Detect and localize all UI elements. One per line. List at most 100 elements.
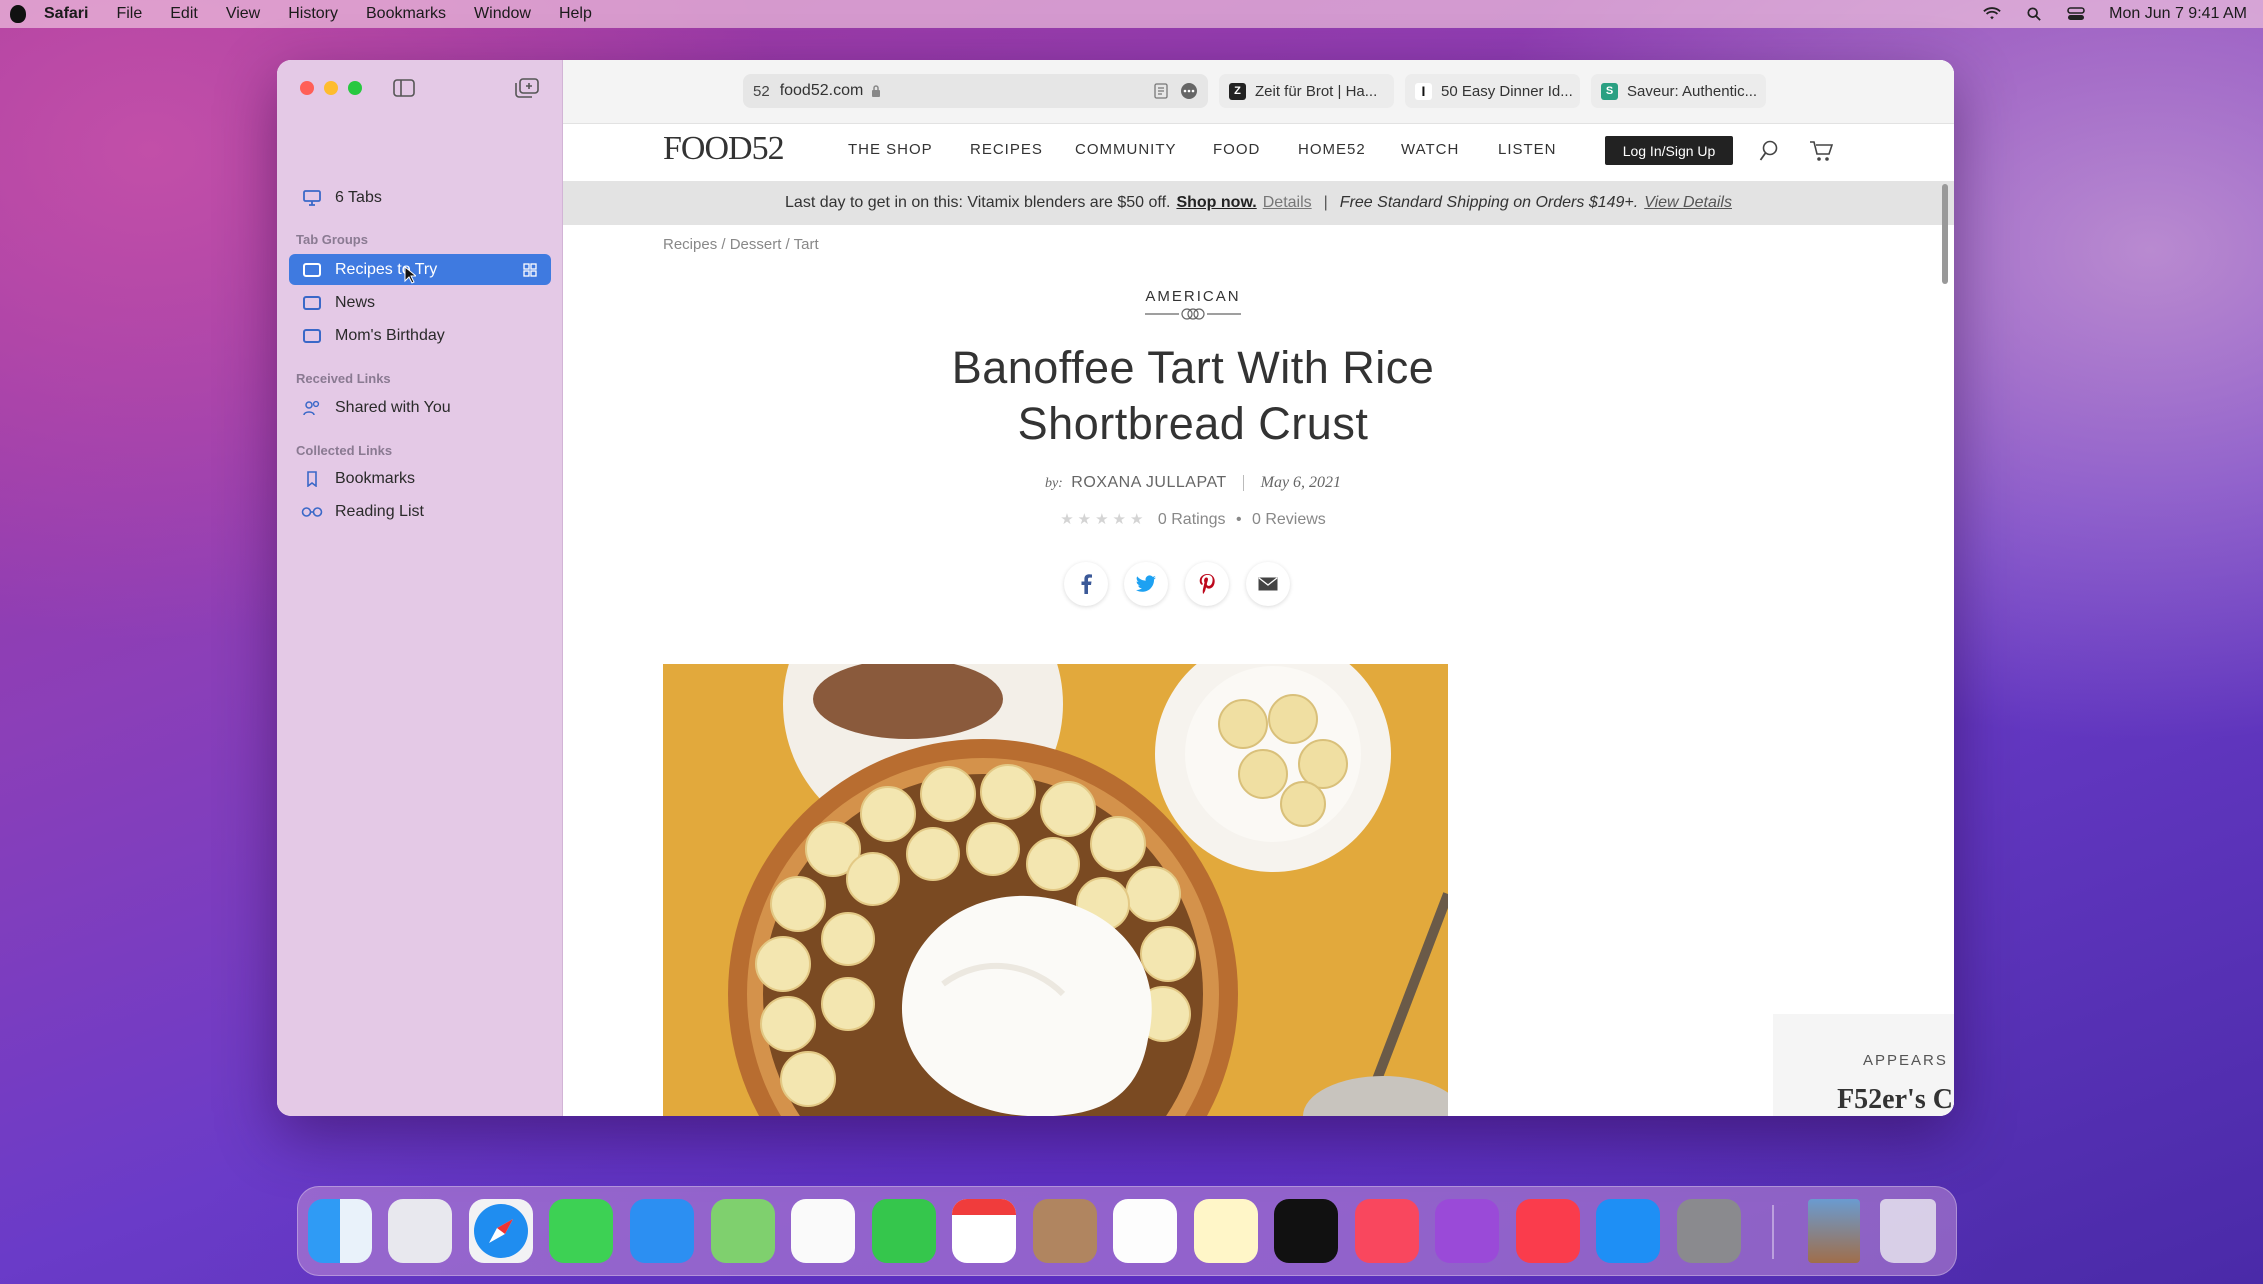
received-links-header: Received Links (296, 371, 391, 386)
tab-bar: 52 food52.com Z Zeit für Brot | Ha... I … (563, 60, 1954, 124)
reader-view-icon[interactable] (1154, 83, 1168, 99)
sidebar-item-moms-birthday[interactable]: Mom's Birthday (289, 320, 551, 351)
dock-music[interactable] (1355, 1199, 1419, 1263)
spotlight-search-icon[interactable] (2025, 7, 2043, 21)
facebook-icon (1081, 574, 1092, 594)
author-link[interactable]: ROXANA JULLAPAT (1071, 474, 1226, 491)
menu-view[interactable]: View (226, 5, 260, 23)
nav-watch[interactable]: WATCH (1401, 141, 1459, 158)
dock-finder[interactable] (308, 1199, 372, 1263)
new-tab-group-icon[interactable] (515, 78, 539, 98)
address-url: food52.com (779, 82, 864, 99)
dock-facetime[interactable] (872, 1199, 936, 1263)
nav-recipes[interactable]: RECIPES (970, 141, 1043, 158)
nav-the-shop[interactable]: THE SHOP (848, 141, 933, 158)
pinterest-icon (1199, 574, 1215, 594)
dock-system-preferences[interactable] (1677, 1199, 1741, 1263)
safari-compass-icon (474, 1204, 528, 1258)
star-rating-icon[interactable]: ★★★★★ (1060, 511, 1147, 528)
cart-icon[interactable] (1809, 140, 1833, 162)
dock-app-store[interactable] (1596, 1199, 1660, 1263)
bookmark-icon (307, 470, 317, 487)
dock-safari[interactable] (469, 1199, 533, 1263)
collections-heading: APPEARS IN THESE (1863, 1052, 1954, 1069)
dock-mail[interactable] (630, 1199, 694, 1263)
tab-easy-dinner[interactable]: I 50 Easy Dinner Id... (1405, 74, 1580, 108)
recipe-hero-image[interactable] (663, 664, 1448, 1116)
sidebar-item-news[interactable]: News (289, 287, 551, 318)
dock-launchpad[interactable] (388, 1199, 452, 1263)
food52-logo[interactable]: FOOD52 (663, 130, 785, 168)
dock-news[interactable] (1516, 1199, 1580, 1263)
promo-shipping-text: Free Standard Shipping on Orders $149+. (1339, 194, 1639, 211)
breadcrumb[interactable]: Recipes / Dessert / Tart (663, 236, 819, 253)
title-line-2: Shortbread Crust (1017, 398, 1369, 449)
dock-podcasts[interactable] (1435, 1199, 1499, 1263)
sidebar-item-label: Recipes to Try (335, 260, 438, 278)
share-email-button[interactable] (1246, 562, 1290, 606)
tab-saveur[interactable]: S Saveur: Authentic... (1591, 74, 1766, 108)
collections-title[interactable]: F52er's Collections (1773, 1084, 1954, 1116)
dock-trash[interactable] (1880, 1199, 1936, 1263)
promo-shop-link[interactable]: Shop now. (1176, 194, 1256, 212)
dock-contacts[interactable] (1033, 1199, 1097, 1263)
menu-help[interactable]: Help (559, 5, 592, 23)
browser-main: 52 food52.com Z Zeit für Brot | Ha... I … (563, 60, 1954, 1116)
sidebar-toggle-icon[interactable] (393, 79, 415, 97)
menu-app-safari[interactable]: Safari (44, 5, 88, 23)
menu-edit[interactable]: Edit (170, 5, 198, 23)
favicon: Z (1229, 82, 1246, 100)
dock-messages[interactable] (549, 1199, 613, 1263)
sidebar-item-shared-with-you[interactable]: Shared with You (289, 392, 551, 423)
dock-photos[interactable] (791, 1199, 855, 1263)
byline-by: by: (1044, 476, 1063, 491)
promo-view-details-link[interactable]: View Details (1644, 194, 1732, 212)
share-twitter-button[interactable] (1124, 562, 1168, 606)
promo-details-link[interactable]: Details (1263, 194, 1312, 212)
sidebar-item-recipes-to-try[interactable]: Recipes to Try (289, 254, 551, 285)
dock-apple-tv[interactable] (1274, 1199, 1338, 1263)
dock-calendar[interactable] (952, 1199, 1016, 1263)
tab-groups-header: Tab Groups (296, 232, 368, 247)
share-pinterest-button[interactable] (1185, 562, 1229, 606)
ratings-count[interactable]: 0 Ratings (1158, 511, 1226, 528)
nav-home52[interactable]: HOME52 (1298, 141, 1366, 158)
menu-bookmarks[interactable]: Bookmarks (366, 5, 446, 23)
tab-zeit-fur-brot[interactable]: Z Zeit für Brot | Ha... (1219, 74, 1394, 108)
close-window-button[interactable] (300, 81, 314, 95)
more-options-icon[interactable] (1180, 82, 1198, 100)
zoom-window-button[interactable] (348, 81, 362, 95)
apple-menu-icon[interactable] (10, 5, 26, 23)
dock-notes[interactable] (1194, 1199, 1258, 1263)
login-signup-button[interactable]: Log In/Sign Up (1605, 136, 1733, 165)
nav-food[interactable]: FOOD (1213, 141, 1260, 158)
cuisine-tag[interactable]: AMERICAN (1143, 288, 1243, 305)
menubar-clock[interactable]: Mon Jun 7 9:41 AM (2109, 5, 2247, 23)
byline-divider (1243, 474, 1245, 491)
control-center-icon[interactable] (2067, 7, 2085, 21)
menu-file[interactable]: File (116, 5, 142, 23)
menu-window[interactable]: Window (474, 5, 531, 23)
sidebar-item-all-tabs[interactable]: 6 Tabs (289, 182, 551, 213)
search-icon[interactable] (1759, 140, 1779, 162)
wifi-icon[interactable] (1983, 7, 2001, 21)
safari-window: 6 Tabs Tab Groups Recipes to Try News Mo… (277, 60, 1954, 1116)
address-bar[interactable]: 52 food52.com (743, 74, 1208, 108)
minimize-window-button[interactable] (324, 81, 338, 95)
share-facebook-button[interactable] (1064, 562, 1108, 606)
reading-list-glasses-icon (301, 506, 323, 517)
sidebar-item-bookmarks[interactable]: Bookmarks (289, 463, 551, 494)
page-scrollbar[interactable] (1942, 184, 1948, 284)
dock-maps[interactable] (711, 1199, 775, 1263)
menu-history[interactable]: History (288, 5, 338, 23)
dock-reminders[interactable] (1113, 1199, 1177, 1263)
nav-listen[interactable]: LISTEN (1498, 141, 1557, 158)
reviews-count[interactable]: 0 Reviews (1252, 511, 1326, 528)
sidebar-item-label: Bookmarks (335, 469, 416, 487)
tab-overview-icon[interactable] (523, 262, 537, 277)
mouse-cursor-icon (404, 266, 416, 284)
sidebar-item-reading-list[interactable]: Reading List (289, 496, 551, 527)
dock-recent-image[interactable] (1808, 1199, 1860, 1263)
tab-label: Saveur: Authentic... (1627, 82, 1758, 100)
nav-community[interactable]: COMMUNITY (1075, 141, 1177, 158)
